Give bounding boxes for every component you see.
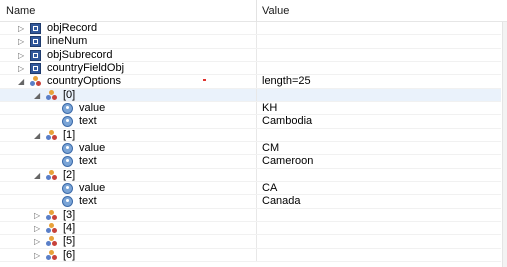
variable-value	[256, 88, 262, 101]
collapsed-triangle-icon[interactable]: ▷	[18, 49, 26, 62]
array-icon	[46, 89, 57, 101]
vertical-scrollbar[interactable]	[502, 22, 507, 267]
variable-name: [4]	[63, 221, 76, 234]
tree-row[interactable]: text Cambodia	[0, 115, 501, 129]
tree-row[interactable]: ▷ [3]	[0, 208, 501, 222]
variable-name: value	[79, 141, 106, 154]
name-column-header[interactable]: Name	[6, 5, 35, 17]
variable-name: value	[79, 101, 106, 114]
tree-row[interactable]: ◢ countryOptions length=25	[0, 75, 501, 89]
object-icon	[30, 49, 41, 61]
object-icon	[30, 23, 41, 34]
field-icon	[62, 142, 73, 154]
variable-value	[256, 61, 262, 75]
array-icon	[46, 169, 57, 181]
collapsed-triangle-icon[interactable]: ▷	[34, 249, 42, 262]
collapsed-triangle-icon[interactable]: ▷	[18, 62, 26, 75]
collapsed-triangle-icon[interactable]: ▷	[18, 22, 26, 35]
collapsed-triangle-icon[interactable]: ▷	[18, 35, 26, 48]
variables-tree: ▷ objRecord ▷ lineNum ▷ objSubrecord ▷ countryF…	[0, 22, 501, 262]
variable-name: [1]	[63, 128, 76, 141]
variable-value	[256, 235, 262, 248]
variable-value: Cameroon	[256, 155, 313, 168]
variable-name: [0]	[63, 88, 76, 101]
tree-row[interactable]: ▷ countryFieldObj	[0, 61, 501, 76]
variable-name: [5]	[63, 235, 76, 248]
field-icon	[62, 116, 73, 128]
tree-row[interactable]: value CM	[0, 141, 501, 156]
variable-name: countryOptions	[47, 75, 121, 88]
variable-name: lineNum	[47, 35, 88, 48]
tree-row[interactable]: ▷ objRecord	[0, 22, 501, 36]
value-column-header[interactable]: Value	[262, 5, 289, 17]
tree-row[interactable]: ▷ [5]	[0, 235, 501, 249]
array-icon	[46, 209, 57, 221]
array-icon	[46, 129, 57, 141]
tree-row[interactable]: ▷ lineNum	[0, 35, 501, 49]
tree-row[interactable]: ◢ [1]	[0, 128, 501, 142]
variable-name: value	[79, 181, 106, 194]
variable-name: text	[79, 155, 97, 168]
variable-name: text	[79, 115, 97, 128]
variable-value	[256, 35, 262, 48]
variable-value: CM	[256, 141, 279, 155]
expanded-triangle-icon[interactable]: ◢	[34, 89, 42, 102]
object-icon	[30, 36, 41, 48]
variable-value: CA	[256, 181, 277, 195]
variable-value: Canada	[256, 195, 301, 208]
array-icon	[46, 222, 57, 234]
variable-name: [2]	[63, 168, 76, 181]
variable-value	[256, 208, 262, 221]
tree-row[interactable]: ▷ [6]	[0, 248, 501, 262]
field-icon	[62, 182, 73, 194]
tree-row[interactable]: text Cameroon	[0, 155, 501, 169]
variable-value	[256, 128, 262, 141]
collapsed-triangle-icon[interactable]: ▷	[34, 209, 42, 222]
collapsed-triangle-icon[interactable]: ▷	[34, 222, 42, 235]
variable-name: countryFieldObj	[47, 61, 125, 74]
array-icon	[30, 76, 41, 87]
array-icon	[46, 249, 57, 261]
expanded-triangle-icon[interactable]: ◢	[34, 129, 42, 142]
variable-name: objRecord	[47, 22, 98, 34]
field-icon	[62, 196, 73, 208]
collapsed-triangle-icon[interactable]: ▷	[34, 235, 42, 248]
tree-row[interactable]: text Canada	[0, 195, 501, 209]
expanded-triangle-icon[interactable]: ◢	[34, 169, 42, 182]
variable-name: [3]	[63, 208, 76, 221]
field-icon	[62, 102, 73, 114]
variables-header: Name Value	[0, 0, 507, 22]
variable-value: length=25	[256, 75, 311, 88]
expanded-triangle-icon[interactable]: ◢	[18, 75, 26, 88]
tree-row[interactable]: ▷ [4]	[0, 221, 501, 236]
object-icon	[30, 62, 41, 74]
variable-name: text	[79, 195, 97, 208]
array-icon	[46, 236, 57, 247]
variable-value	[256, 22, 262, 35]
variable-value	[256, 248, 262, 261]
variable-value	[256, 168, 262, 181]
tree-row[interactable]: ◢ [0]	[0, 88, 501, 102]
tree-row[interactable]: value KH	[0, 101, 501, 116]
column-divider[interactable]	[256, 0, 257, 22]
variable-value	[256, 48, 262, 61]
variable-value: KH	[256, 101, 277, 115]
variable-value: Cambodia	[256, 115, 312, 128]
tree-row[interactable]: ◢ [2]	[0, 168, 501, 182]
red-marker	[203, 79, 206, 81]
variable-name: [6]	[63, 248, 76, 261]
tree-row[interactable]: value CA	[0, 181, 501, 196]
variable-value	[256, 221, 262, 235]
field-icon	[62, 156, 73, 168]
tree-row[interactable]: ▷ objSubrecord	[0, 48, 501, 62]
variable-name: objSubrecord	[47, 48, 113, 61]
